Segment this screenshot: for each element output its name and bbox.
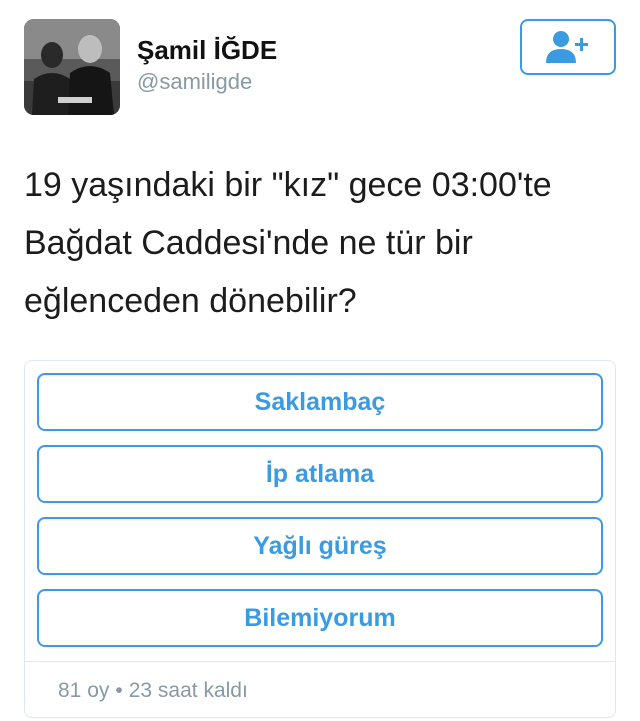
poll-option-1[interactable]: Saklambaç [37,373,603,431]
poll-option-2[interactable]: İp atlama [37,445,603,503]
poll-vote-count: 81 oy [58,679,110,702]
poll-footer-separator: • [115,679,123,702]
poll-option-3[interactable]: Yağlı güreş [37,517,603,575]
poll-time-left: 23 saat kaldı [128,679,248,702]
follow-button[interactable] [520,19,616,75]
author-handle[interactable]: @samiligde [137,68,252,96]
add-user-icon [546,31,588,63]
author-display-name[interactable]: Şamil İĞDE [137,34,277,66]
poll-card: Saklambaç İp atlama Yağlı güreş Bilemiyo… [24,360,616,718]
avatar[interactable] [24,19,120,115]
poll-option-4[interactable]: Bilemiyorum [37,589,603,647]
tweet-text: 19 yaşındaki bir "kız" gece 03:00'te Bağ… [24,166,552,320]
avatar-photo [24,19,120,115]
poll-footer: 81 oy • 23 saat kaldı [58,677,248,705]
poll-divider [25,661,615,662]
